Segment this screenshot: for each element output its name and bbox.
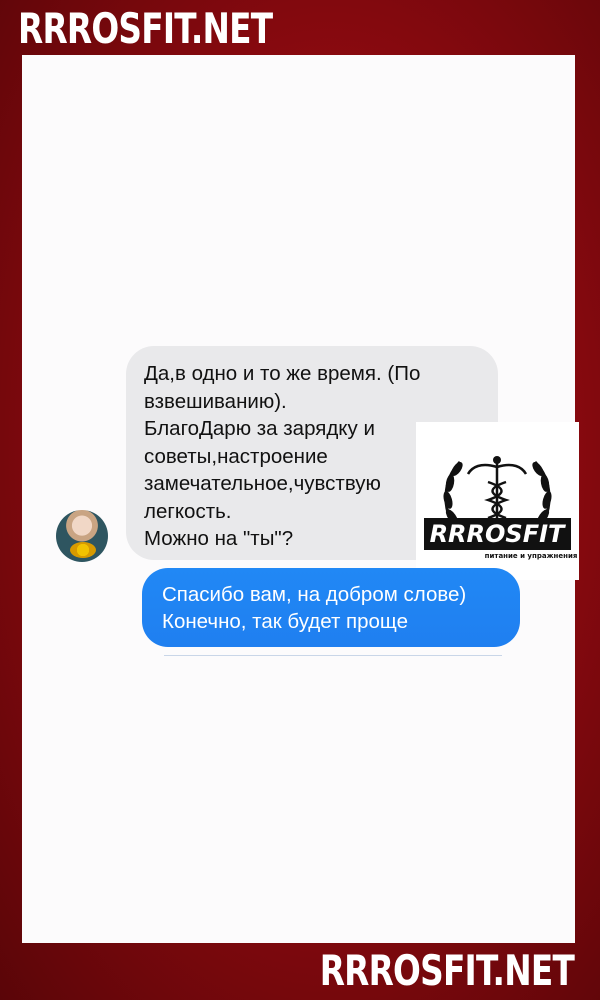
incoming-message-line: взвешиванию). [144,389,287,413]
outgoing-message-line: Конечно, так будет проще [162,610,408,633]
avatar-flowers [70,542,96,558]
message-divider [164,655,502,656]
logo-tagline: питание и упражнения [485,552,578,560]
outgoing-message-line: Спасибо вам, на добром слове) [162,583,467,606]
incoming-message-line: Да,в одно и то же время. (По [144,362,421,385]
rrrosfit-logo: RRROSFIT питание и упражнения [416,422,579,580]
rrrosfit-logo-emblem-icon: RRROSFIT питание и упражнения [424,456,578,560]
watermark-top: RRROSFIT.NET [18,4,273,53]
logo-wordmark: RRROSFIT [430,520,566,548]
contact-avatar[interactable] [56,510,108,562]
watermark-bottom: RRROSFIT.NET [319,946,575,995]
outgoing-message-bubble[interactable]: Спасибо вам, на добром слове) Конечно, т… [142,568,520,647]
chat-screen: Да,в одно и то же время. (По взвешиванию… [22,55,579,943]
